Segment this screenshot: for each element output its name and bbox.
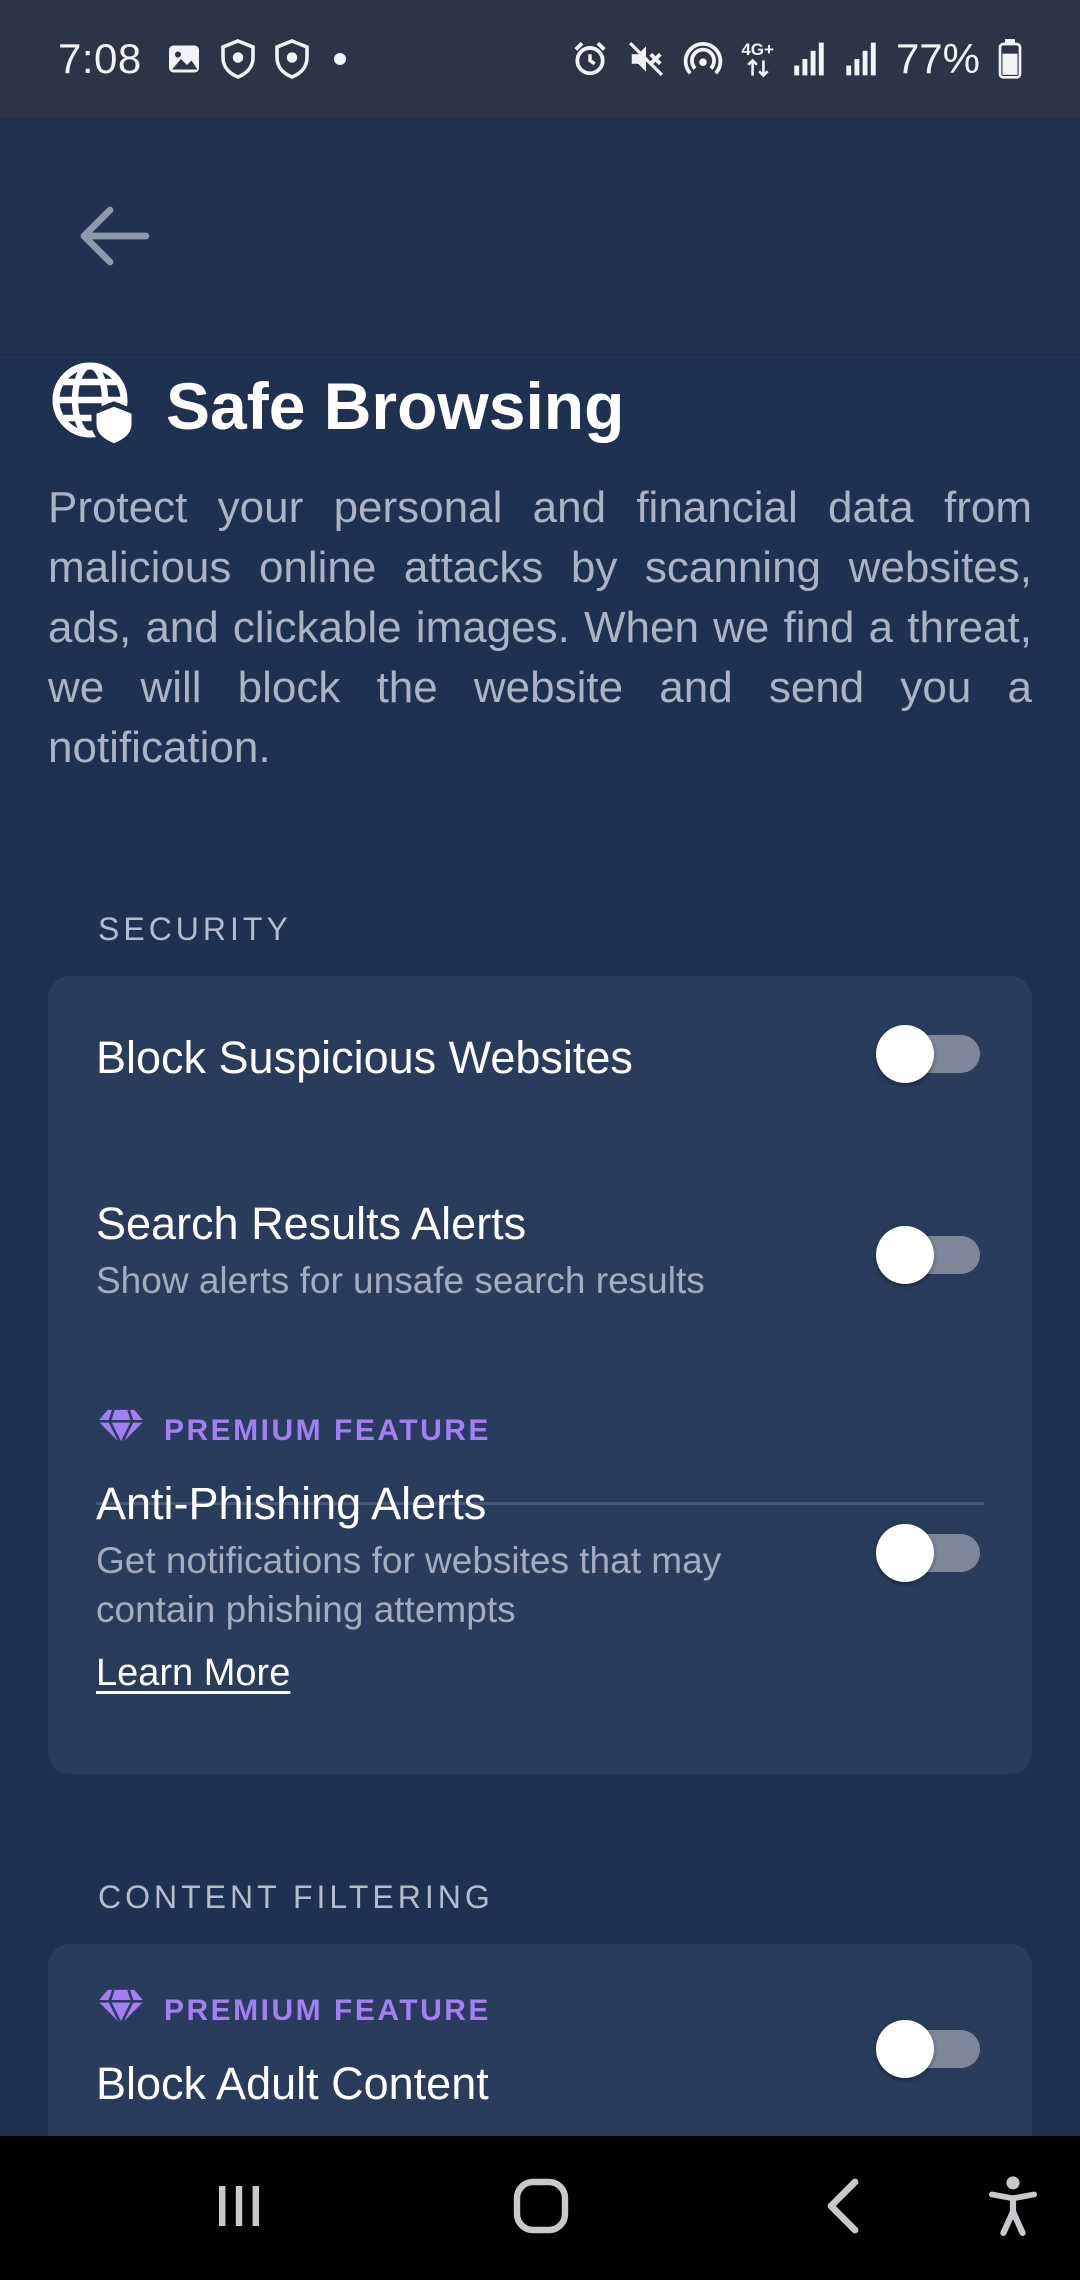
shield-icon	[220, 39, 256, 79]
hotspot-icon	[683, 40, 723, 78]
page-title: Safe Browsing	[166, 369, 625, 443]
setting-title: Anti-Phishing Alerts	[96, 1478, 487, 1529]
back-icon	[823, 2178, 863, 2239]
setting-row-anti-phishing-content: PREMIUM FEATURE Anti-Phishing Alerts Get…	[96, 1408, 802, 1695]
premium-feature-badge: PREMIUM FEATURE	[96, 1988, 984, 2034]
toggle-thumb	[876, 1025, 934, 1083]
home-icon	[513, 2178, 569, 2239]
premium-label: PREMIUM FEATURE	[164, 1994, 491, 2027]
status-left: 7:08	[58, 35, 346, 83]
accessibility-button[interactable]	[948, 2136, 1078, 2280]
recents-button[interactable]	[174, 2136, 304, 2280]
setting-row-block-suspicious: Block Suspicious Websites	[96, 1032, 984, 1084]
network-label: 4G+	[741, 39, 774, 59]
learn-more-link[interactable]: Learn More	[96, 1652, 290, 1695]
mute-icon	[627, 40, 665, 78]
premium-label: PREMIUM FEATURE	[164, 1414, 491, 1447]
image-icon	[166, 41, 202, 77]
app-bar	[0, 118, 1080, 358]
back-nav-button[interactable]	[778, 2136, 908, 2280]
setting-title: Block Suspicious Websites	[96, 1032, 633, 1083]
learn-more-wrap: Learn More	[96, 1652, 802, 1695]
setting-row-search-alerts: Search Results Alerts Show alerts for un…	[96, 1198, 984, 1305]
toggle-block-suspicious[interactable]	[876, 1025, 980, 1083]
battery-icon	[998, 39, 1022, 79]
section-label-content-filtering: CONTENT FILTERING	[98, 1879, 494, 1915]
setting-subtitle: Show alerts for unsafe search results	[96, 1260, 705, 1301]
premium-feature-badge: PREMIUM FEATURE	[96, 1408, 802, 1454]
security-card: Block Suspicious Websites Search Results…	[48, 976, 1032, 1774]
back-button[interactable]	[68, 198, 160, 278]
toggle-thumb	[876, 1524, 934, 1582]
setting-row-block-adult: PREMIUM FEATURE Block Adult Content	[96, 1988, 984, 2110]
signal-icon	[792, 41, 826, 77]
notification-dot	[333, 53, 346, 65]
recents-icon	[213, 2180, 265, 2237]
toggle-block-adult[interactable]	[876, 2020, 980, 2078]
title-row: Safe Browsing	[50, 356, 624, 456]
setting-subtitle: Get notifications for websites that may …	[96, 1540, 722, 1630]
status-bar: 7:08 4G+ 77%	[0, 0, 1080, 118]
setting-title: Block Adult Content	[96, 2058, 489, 2109]
toggle-anti-phishing[interactable]	[876, 1524, 980, 1582]
shield-icon	[274, 39, 310, 79]
description: Protect your personal and financial data…	[48, 483, 1032, 772]
diamond-icon	[96, 1408, 146, 1454]
section-label-security: SECURITY	[98, 911, 292, 947]
status-right: 4G+ 77%	[571, 35, 1022, 83]
data-arrows-icon: 4G+	[741, 41, 774, 78]
home-button[interactable]	[476, 2136, 606, 2280]
status-time: 7:08	[58, 35, 142, 82]
toggle-search-alerts[interactable]	[876, 1226, 980, 1284]
signal-icon	[844, 41, 878, 77]
battery-percent: 77%	[895, 35, 980, 82]
diamond-icon	[96, 1988, 146, 2034]
alarm-icon	[571, 40, 609, 78]
navigation-bar	[0, 2136, 1080, 2280]
toggle-thumb	[876, 1226, 934, 1284]
accessibility-icon	[988, 2175, 1038, 2242]
toggle-thumb	[876, 2020, 934, 2078]
setting-title: Search Results Alerts	[96, 1198, 527, 1249]
globe-shield-icon	[50, 360, 138, 453]
arrow-left-icon	[78, 204, 150, 273]
